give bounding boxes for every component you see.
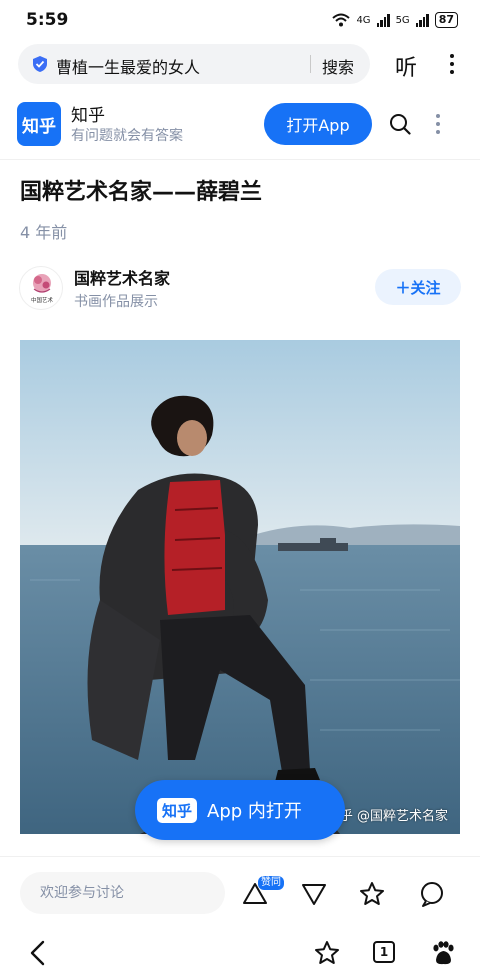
- article-title: 国粹艺术名家——薛碧兰: [20, 180, 263, 205]
- author-name[interactable]: 国粹艺术名家: [74, 265, 170, 289]
- open-in-app-button[interactable]: 知乎 App 内打开: [135, 780, 345, 840]
- status-time: 5:59: [26, 10, 69, 30]
- open-app-button[interactable]: 打开App: [264, 103, 372, 145]
- tabs-count-button[interactable]: 1: [373, 941, 395, 963]
- bottom-nav: 1: [0, 928, 480, 980]
- network-5g-label: 5G: [395, 14, 410, 26]
- photo-watermark: 知乎 @国粹艺术名家: [326, 809, 448, 824]
- author-desc: 书画作品展示: [74, 294, 158, 310]
- zhihu-logo: 知乎: [157, 797, 198, 823]
- comment-icon[interactable]: [418, 880, 446, 908]
- status-bar: 5:59 4G 5G 87: [0, 0, 480, 40]
- listen-button[interactable]: 听: [395, 50, 417, 82]
- article-time: 4 年前: [20, 223, 68, 242]
- status-indicators: 4G 5G 87: [332, 12, 458, 28]
- avatar-logo-icon: 中国艺术: [31, 274, 54, 304]
- signal-icon: [376, 13, 390, 27]
- bookmark-star-icon[interactable]: [314, 940, 340, 966]
- search-query[interactable]: 曹植一生最爱的女人: [56, 54, 200, 78]
- comment-bar: 欢迎参与讨论 赞同: [0, 856, 480, 928]
- zhihu-logo: 知乎: [17, 102, 61, 146]
- search-button[interactable]: 搜索: [322, 54, 354, 78]
- vote-badge: 赞同: [258, 876, 284, 890]
- avatar-text: 中国艺术: [31, 296, 54, 304]
- comment-input[interactable]: 欢迎参与讨论: [20, 872, 225, 914]
- article-photo[interactable]: 知乎 @国粹艺术名家: [20, 340, 460, 834]
- search-icon[interactable]: [389, 113, 411, 135]
- battery-level: 87: [434, 12, 458, 28]
- star-icon[interactable]: [358, 880, 386, 908]
- divider: [310, 55, 311, 73]
- search-input[interactable]: 曹植一生最爱的女人 搜索: [18, 44, 370, 84]
- photo-image: [20, 340, 460, 834]
- app-slogan: 有问题就会有答案: [71, 128, 183, 144]
- app-name: 知乎: [71, 106, 105, 126]
- open-in-app-label: App 内打开: [207, 801, 302, 822]
- baidu-paw-icon[interactable]: [430, 940, 456, 966]
- shield-check-icon: [33, 56, 47, 72]
- signal-icon: [415, 13, 429, 27]
- more-vertical-icon[interactable]: [435, 114, 441, 134]
- follow-button[interactable]: ＋关注: [375, 269, 461, 305]
- back-arrow-icon[interactable]: [28, 940, 48, 966]
- wifi-icon: [332, 13, 351, 27]
- network-4g-label: 4G: [356, 14, 371, 26]
- more-vertical-icon[interactable]: [442, 52, 462, 76]
- downvote-icon[interactable]: [300, 880, 328, 908]
- app-banner: 知乎 知乎 有问题就会有答案 打开App: [0, 88, 480, 160]
- avatar[interactable]: 中国艺术: [19, 266, 63, 310]
